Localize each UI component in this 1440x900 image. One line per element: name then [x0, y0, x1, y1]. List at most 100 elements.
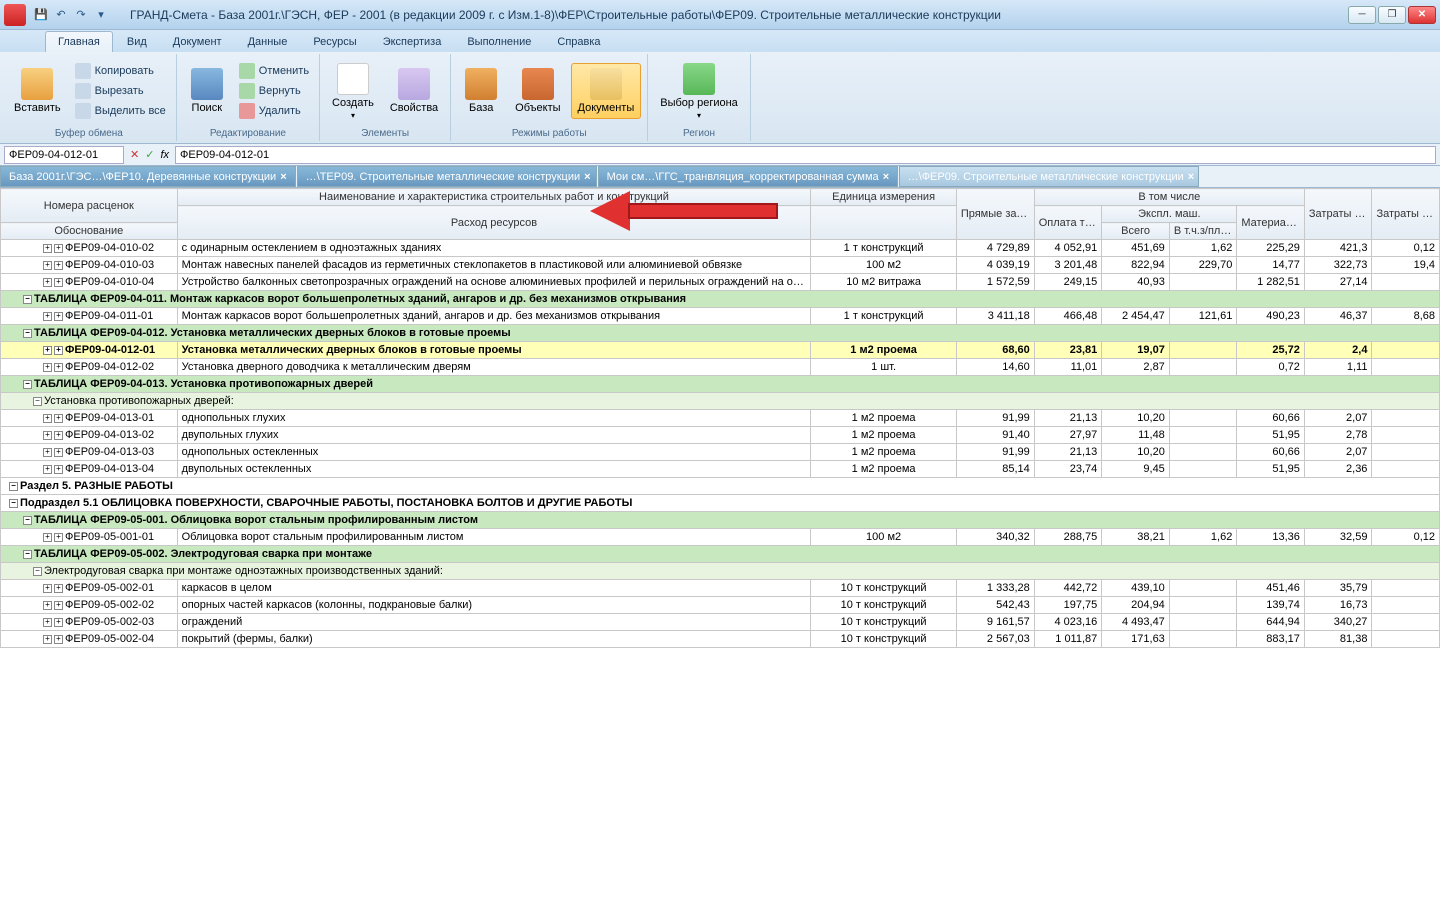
doc-tab[interactable]: База 2001г.\ГЭС…\ФЕР10. Деревянные конст…: [0, 166, 296, 187]
maximize-button[interactable]: ❐: [1378, 6, 1406, 24]
col-total[interactable]: Всего: [1102, 223, 1170, 240]
tab-expertise[interactable]: Экспертиза: [371, 32, 454, 52]
search-button[interactable]: Поиск: [183, 64, 231, 118]
table-row[interactable]: ++ ФЕР09-04-012-01Установка металлически…: [1, 342, 1440, 359]
create-button[interactable]: Создать▾: [326, 59, 380, 124]
name-box[interactable]: ФЕР09-04-012-01: [4, 146, 124, 164]
collapse-icon[interactable]: −: [23, 516, 32, 525]
col-consumption[interactable]: Расход ресурсов: [177, 206, 811, 240]
expand-icon[interactable]: +: [43, 601, 52, 610]
expand-icon[interactable]: +: [54, 312, 63, 321]
tab-resources[interactable]: Ресурсы: [301, 32, 368, 52]
expand-icon[interactable]: +: [43, 363, 52, 372]
table-row[interactable]: − ТАБЛИЦА ФЕР09-04-012. Установка металл…: [1, 325, 1440, 342]
tab-help[interactable]: Справка: [545, 32, 612, 52]
collapse-icon[interactable]: −: [9, 482, 18, 491]
table-row[interactable]: ++ ФЕР09-04-012-02Установка дверного дов…: [1, 359, 1440, 376]
expand-icon[interactable]: +: [54, 448, 63, 457]
collapse-icon[interactable]: −: [23, 550, 32, 559]
expand-icon[interactable]: +: [43, 635, 52, 644]
col-labor-workers[interactable]: Затраты труда рабочих: [1304, 189, 1372, 240]
table-row[interactable]: ++ ФЕР09-04-013-04двупольных остекленных…: [1, 461, 1440, 478]
table-row[interactable]: − Установка противопожарных дверей:: [1, 393, 1440, 410]
objects-button[interactable]: Объекты: [509, 64, 566, 118]
tab-close-icon[interactable]: ×: [584, 171, 590, 183]
minimize-button[interactable]: ─: [1348, 6, 1376, 24]
table-row[interactable]: − Раздел 5. РАЗНЫЕ РАБОТЫ: [1, 478, 1440, 495]
table-row[interactable]: − Подраздел 5.1 ОБЛИЦОВКА ПОВЕРХНОСТИ, С…: [1, 495, 1440, 512]
expand-icon[interactable]: +: [43, 448, 52, 457]
expand-icon[interactable]: +: [54, 465, 63, 474]
redo-button[interactable]: Вернуть: [235, 81, 313, 101]
formula-input[interactable]: ФЕР09-04-012-01: [175, 146, 1436, 164]
expand-icon[interactable]: +: [43, 261, 52, 270]
expand-icon[interactable]: +: [43, 278, 52, 287]
collapse-icon[interactable]: −: [23, 329, 32, 338]
expand-icon[interactable]: +: [43, 312, 52, 321]
undo-button[interactable]: Отменить: [235, 61, 313, 81]
paste-button[interactable]: Вставить: [8, 64, 67, 118]
qat-save-icon[interactable]: 💾: [32, 6, 50, 24]
col-labor-machines[interactable]: Затраты труда маш-стов: [1372, 189, 1440, 240]
tab-view[interactable]: Вид: [115, 32, 159, 52]
tab-close-icon[interactable]: ×: [280, 171, 286, 183]
table-row[interactable]: ++ ФЕР09-04-013-03однопольных остекленны…: [1, 444, 1440, 461]
table-row[interactable]: ++ ФЕР09-04-013-02двупольных глухих1 м2 …: [1, 427, 1440, 444]
table-row[interactable]: − ТАБЛИЦА ФЕР09-05-001. Облицовка ворот …: [1, 512, 1440, 529]
collapse-icon[interactable]: −: [33, 567, 42, 576]
table-row[interactable]: − Электродуговая сварка при монтаже одно…: [1, 563, 1440, 580]
col-pay[interactable]: Оплата труда рабочих: [1034, 206, 1102, 240]
expand-icon[interactable]: +: [54, 584, 63, 593]
collapse-icon[interactable]: −: [9, 499, 18, 508]
expand-icon[interactable]: +: [43, 465, 52, 474]
expand-icon[interactable]: +: [54, 278, 63, 287]
col-num[interactable]: Номера расценок: [1, 189, 178, 223]
table-row[interactable]: ++ ФЕР09-05-002-01каркасов в целом10 т к…: [1, 580, 1440, 597]
expand-icon[interactable]: +: [54, 346, 63, 355]
accept-icon[interactable]: ✓: [145, 148, 154, 161]
expand-icon[interactable]: +: [43, 244, 52, 253]
doc-tab-active[interactable]: …\ФЕР09. Строительные металлические конс…: [899, 166, 1199, 187]
tab-close-icon[interactable]: ×: [883, 171, 889, 183]
table-row[interactable]: ++ ФЕР09-04-011-01Монтаж каркасов ворот …: [1, 308, 1440, 325]
expand-icon[interactable]: +: [54, 244, 63, 253]
col-direct[interactable]: Прямые затраты: [956, 189, 1034, 240]
properties-button[interactable]: Свойства: [384, 64, 444, 118]
tab-execution[interactable]: Выполнение: [455, 32, 543, 52]
table-row[interactable]: ++ ФЕР09-05-002-04покрытий (фермы, балки…: [1, 631, 1440, 648]
fx-label[interactable]: fx: [160, 149, 169, 161]
qat-dropdown-icon[interactable]: ▾: [92, 6, 110, 24]
doc-tab[interactable]: Мои см…\ГГС_транвляция_корректированная …: [598, 166, 898, 187]
tab-close-icon[interactable]: ×: [1188, 171, 1194, 183]
expand-icon[interactable]: +: [43, 533, 52, 542]
expand-icon[interactable]: +: [43, 346, 52, 355]
table-row[interactable]: − ТАБЛИЦА ФЕР09-04-013. Установка против…: [1, 376, 1440, 393]
col-expl[interactable]: Экспл. маш.: [1102, 206, 1237, 223]
tab-main[interactable]: Главная: [45, 31, 113, 52]
expand-icon[interactable]: +: [54, 414, 63, 423]
doc-tab[interactable]: …\ТЕР09. Строительные металлические конс…: [297, 166, 597, 187]
expand-icon[interactable]: +: [54, 261, 63, 270]
col-name[interactable]: Наименование и характеристика строительн…: [177, 189, 811, 206]
tab-document[interactable]: Документ: [161, 32, 234, 52]
expand-icon[interactable]: +: [54, 533, 63, 542]
table-row[interactable]: ++ ФЕР09-04-010-02с одинарным остекление…: [1, 240, 1440, 257]
expand-icon[interactable]: +: [43, 618, 52, 627]
table-row[interactable]: − ТАБЛИЦА ФЕР09-05-002. Электродуговая с…: [1, 546, 1440, 563]
expand-icon[interactable]: +: [43, 584, 52, 593]
expand-icon[interactable]: +: [54, 635, 63, 644]
expand-icon[interactable]: +: [54, 601, 63, 610]
cancel-icon[interactable]: ✕: [130, 148, 139, 161]
table-row[interactable]: ++ ФЕР09-05-001-01Облицовка ворот стальн…: [1, 529, 1440, 546]
col-including[interactable]: В том числе: [1034, 189, 1304, 206]
collapse-icon[interactable]: −: [33, 397, 42, 406]
col-materials[interactable]: Материалы: [1237, 206, 1305, 240]
table-row[interactable]: − ТАБЛИЦА ФЕР09-04-011. Монтаж каркасов …: [1, 291, 1440, 308]
select-all-button[interactable]: Выделить все: [71, 101, 170, 121]
copy-button[interactable]: Копировать: [71, 61, 170, 81]
collapse-icon[interactable]: −: [23, 380, 32, 389]
cut-button[interactable]: Вырезать: [71, 81, 170, 101]
expand-icon[interactable]: +: [54, 431, 63, 440]
table-row[interactable]: ++ ФЕР09-05-002-02опорных частей каркасо…: [1, 597, 1440, 614]
col-basis[interactable]: Обоснование: [1, 223, 178, 240]
